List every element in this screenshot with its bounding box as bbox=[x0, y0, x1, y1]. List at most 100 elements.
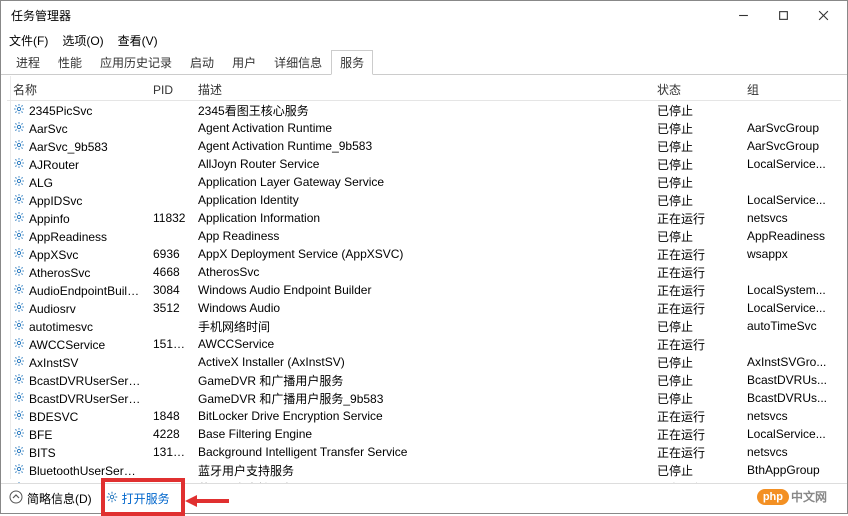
menu-view[interactable]: 查看(V) bbox=[116, 30, 160, 51]
service-desc-cell: Application Information bbox=[192, 211, 651, 225]
service-pid-cell: 6936 bbox=[147, 247, 192, 261]
service-group-cell: wsappx bbox=[741, 247, 841, 261]
service-row[interactable]: 2345PicSvc2345看图王核心服务已停止 bbox=[7, 101, 841, 119]
service-row[interactable]: BcastDVRUserService_9b...GameDVR 和广播用户服务… bbox=[7, 389, 841, 407]
service-icon bbox=[13, 121, 25, 133]
service-icon bbox=[13, 229, 25, 241]
titlebar: 任务管理器 bbox=[1, 1, 847, 29]
less-info-label: 简略信息(D) bbox=[27, 490, 92, 507]
tab-startup[interactable]: 启动 bbox=[181, 50, 223, 74]
service-pid-cell: 4228 bbox=[147, 427, 192, 441]
service-status-cell: 正在运行 bbox=[651, 264, 741, 281]
service-icon bbox=[13, 355, 25, 367]
menu-options[interactable]: 选项(O) bbox=[60, 30, 105, 51]
service-status-cell: 正在运行 bbox=[651, 444, 741, 461]
service-icon bbox=[13, 445, 25, 457]
service-row[interactable]: AppXSvc6936AppX Deployment Service (AppX… bbox=[7, 245, 841, 263]
service-status-cell: 已停止 bbox=[651, 372, 741, 389]
tab-app-history[interactable]: 应用历史记录 bbox=[91, 50, 181, 74]
minimize-button[interactable] bbox=[723, 2, 763, 28]
column-header-description[interactable]: 描述 bbox=[192, 78, 651, 101]
tab-users[interactable]: 用户 bbox=[223, 50, 265, 74]
service-status-cell: 已停止 bbox=[651, 228, 741, 245]
column-header-status[interactable]: 状态 bbox=[651, 78, 741, 101]
service-icon bbox=[13, 139, 25, 151]
service-row[interactable]: Audiosrv3512Windows Audio正在运行LocalServic… bbox=[7, 299, 841, 317]
service-icon bbox=[13, 175, 25, 187]
service-icon bbox=[13, 409, 25, 421]
tab-performance[interactable]: 性能 bbox=[49, 50, 91, 74]
service-group-cell: AarSvcGroup bbox=[741, 121, 841, 135]
service-desc-cell: 2345看图王核心服务 bbox=[192, 102, 651, 119]
service-desc-cell: AWCCService bbox=[192, 337, 651, 351]
service-desc-cell: Windows Audio Endpoint Builder bbox=[192, 283, 651, 297]
service-row[interactable]: BcastDVRUserServiceGameDVR 和广播用户服务已停止Bca… bbox=[7, 371, 841, 389]
service-row[interactable]: BluetoothUserService蓝牙用户支持服务已停止BthAppGro… bbox=[7, 461, 841, 479]
close-button[interactable] bbox=[803, 2, 843, 28]
tab-details[interactable]: 详细信息 bbox=[265, 50, 331, 74]
service-desc-cell: Agent Activation Runtime_9b583 bbox=[192, 139, 651, 153]
column-headers: 名称 PID 描述 状态 组 bbox=[7, 79, 841, 101]
service-desc-cell: AppX Deployment Service (AppXSVC) bbox=[192, 247, 651, 261]
service-row[interactable]: AJRouterAllJoyn Router Service已停止LocalSe… bbox=[7, 155, 841, 173]
tab-services[interactable]: 服务 bbox=[331, 50, 373, 75]
service-group-cell: netsvcs bbox=[741, 211, 841, 225]
column-header-group[interactable]: 组 bbox=[741, 78, 841, 101]
service-row[interactable]: AppIDSvcApplication Identity已停止LocalServ… bbox=[7, 191, 841, 209]
service-row[interactable]: AarSvcAgent Activation Runtime已停止AarSvcG… bbox=[7, 119, 841, 137]
service-name-cell: Appinfo bbox=[7, 211, 147, 226]
service-name-cell: AJRouter bbox=[7, 157, 147, 172]
service-group-cell: AppReadiness bbox=[741, 229, 841, 243]
annotation-arrow-icon bbox=[185, 494, 229, 511]
service-desc-cell: Background Intelligent Transfer Service bbox=[192, 445, 651, 459]
column-header-pid[interactable]: PID bbox=[147, 80, 192, 100]
service-pid-cell: 3512 bbox=[147, 301, 192, 315]
service-pid-cell: 4668 bbox=[147, 265, 192, 279]
service-name-cell: BFE bbox=[7, 427, 147, 442]
service-row[interactable]: ALGApplication Layer Gateway Service已停止 bbox=[7, 173, 841, 191]
service-row[interactable]: Appinfo11832Application Information正在运行n… bbox=[7, 209, 841, 227]
open-services-link[interactable]: 打开服务 bbox=[106, 490, 170, 507]
menu-file[interactable]: 文件(F) bbox=[7, 30, 50, 51]
less-info-button[interactable]: 简略信息(D) bbox=[9, 490, 92, 507]
service-row[interactable]: AxInstSVActiveX Installer (AxInstSV)已停止A… bbox=[7, 353, 841, 371]
service-icon bbox=[13, 391, 25, 403]
column-header-name[interactable]: 名称 bbox=[7, 78, 147, 101]
service-row[interactable]: AarSvc_9b583Agent Activation Runtime_9b5… bbox=[7, 137, 841, 155]
service-icon bbox=[13, 193, 25, 205]
service-row[interactable]: AtherosSvc4668AtherosSvc正在运行 bbox=[7, 263, 841, 281]
tab-processes[interactable]: 进程 bbox=[7, 50, 49, 74]
service-status-cell: 正在运行 bbox=[651, 210, 741, 227]
maximize-button[interactable] bbox=[763, 2, 803, 28]
service-status-cell: 正在运行 bbox=[651, 336, 741, 353]
service-row[interactable]: AudioEndpointBuilder3084Windows Audio En… bbox=[7, 281, 841, 299]
services-list[interactable]: 2345PicSvc2345看图王核心服务已停止AarSvcAgent Acti… bbox=[7, 101, 841, 483]
service-row[interactable]: AppReadinessApp Readiness已停止AppReadiness bbox=[7, 227, 841, 245]
service-row[interactable]: BDESVC1848BitLocker Drive Encryption Ser… bbox=[7, 407, 841, 425]
service-name-cell: AppXSvc bbox=[7, 247, 147, 262]
service-group-cell: LocalService... bbox=[741, 193, 841, 207]
service-group-cell: BcastDVRUs... bbox=[741, 373, 841, 387]
service-status-cell: 已停止 bbox=[651, 390, 741, 407]
service-row[interactable]: BITS13164Background Intelligent Transfer… bbox=[7, 443, 841, 461]
service-pid-cell: 3084 bbox=[147, 283, 192, 297]
service-desc-cell: ActiveX Installer (AxInstSV) bbox=[192, 355, 651, 369]
service-icon bbox=[13, 463, 25, 475]
service-name-cell: BITS bbox=[7, 445, 147, 460]
service-group-cell: AxInstSVGro... bbox=[741, 355, 841, 369]
service-status-cell: 已停止 bbox=[651, 138, 741, 155]
service-icon bbox=[13, 103, 25, 115]
chevron-up-icon bbox=[9, 490, 23, 507]
service-row[interactable]: AWCCService15164AWCCService正在运行 bbox=[7, 335, 841, 353]
service-row[interactable]: BFE4228Base Filtering Engine正在运行LocalSer… bbox=[7, 425, 841, 443]
service-icon bbox=[13, 211, 25, 223]
service-status-cell: 正在运行 bbox=[651, 246, 741, 263]
service-icon bbox=[13, 427, 25, 439]
service-desc-cell: GameDVR 和广播用户服务_9b583 bbox=[192, 390, 651, 407]
service-icon bbox=[13, 265, 25, 277]
service-row[interactable]: autotimesvc手机网络时间已停止autoTimeSvc bbox=[7, 317, 841, 335]
tab-strip: 进程 性能 应用历史记录 启动 用户 详细信息 服务 bbox=[1, 51, 847, 75]
watermark-text: 中文网 bbox=[791, 488, 827, 505]
service-desc-cell: AtherosSvc bbox=[192, 265, 651, 279]
service-icon bbox=[13, 337, 25, 349]
